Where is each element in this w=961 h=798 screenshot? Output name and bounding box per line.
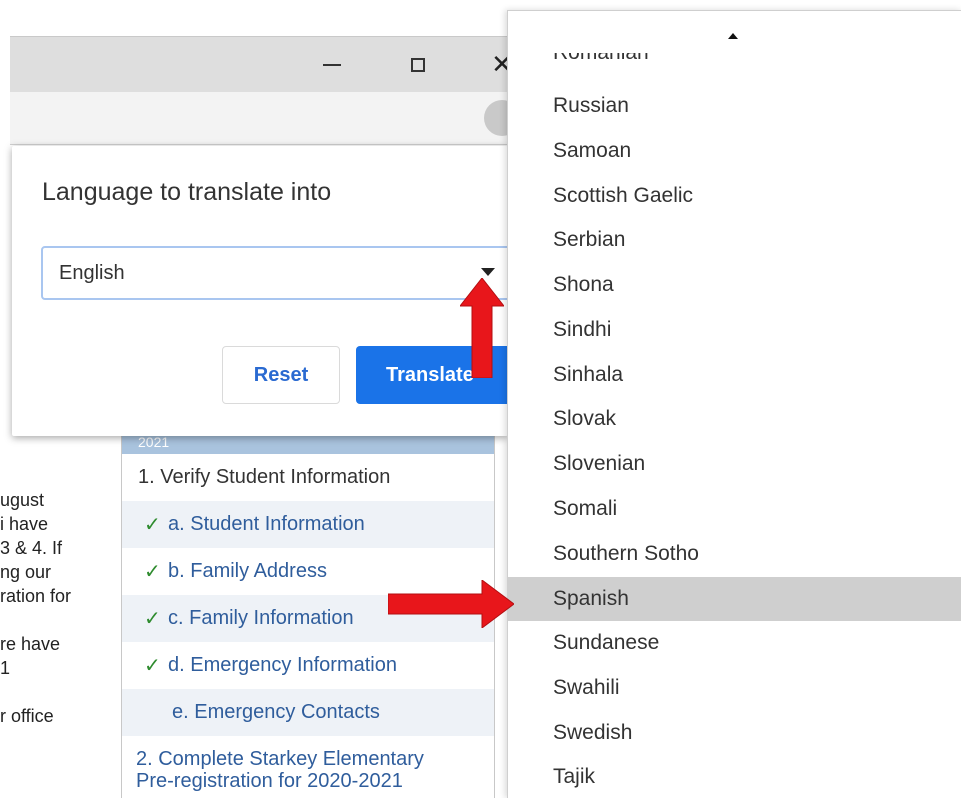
checkmark-icon: ✓ <box>144 514 161 536</box>
nav-item-verify-student[interactable]: 1. Verify Student Information <box>122 454 494 501</box>
minimize-icon <box>323 64 341 66</box>
checkmark-icon: ✓ <box>144 608 161 630</box>
maximize-button[interactable] <box>396 37 440 93</box>
language-option-spanish[interactable]: Spanish <box>508 577 961 621</box>
body-text-line: 1 <box>0 658 11 678</box>
language-option[interactable]: Russian <box>508 84 961 128</box>
language-option[interactable]: Somali <box>508 487 961 531</box>
language-select[interactable]: English <box>41 246 511 300</box>
body-text-line: 3 & 4. If <box>0 538 63 558</box>
nav-item-label: e. Emergency Contacts <box>172 701 380 723</box>
scroll-up-arrow-icon[interactable] <box>728 33 738 39</box>
language-option[interactable]: Samoan <box>508 129 961 173</box>
nav-item-label: 2. Complete Starkey Elementary <box>136 748 424 770</box>
body-text-line: r office <box>0 706 54 726</box>
language-option[interactable]: Swahili <box>508 666 961 710</box>
language-option[interactable]: Sundanese <box>508 621 961 665</box>
reset-button[interactable]: Reset <box>222 346 340 404</box>
translate-popup: Language to translate into English Reset… <box>12 146 511 436</box>
body-text-line: ugust <box>0 490 45 510</box>
language-option[interactable]: Sinhala <box>508 353 961 397</box>
minimize-button[interactable] <box>310 37 354 93</box>
body-text-line: re have <box>0 634 61 654</box>
dropdown-caret-icon[interactable] <box>481 268 495 276</box>
nav-item-label: d. Emergency Information <box>168 654 397 676</box>
window-titlebar: ✕ <box>10 36 530 93</box>
nav-item-label: c. Family Information <box>168 607 354 629</box>
selected-language: English <box>59 262 125 284</box>
nav-item-label: 1. Verify Student Information <box>138 466 391 488</box>
nav-item-label: Pre-registration for 2020-2021 <box>136 770 403 792</box>
language-option[interactable]: Sindhi <box>508 308 961 352</box>
nav-item-label: a. Student Information <box>168 513 365 535</box>
popup-title: Language to translate into <box>42 178 332 206</box>
body-text-line: i have <box>0 514 49 534</box>
body-text-line: ng our <box>0 562 52 582</box>
language-option[interactable]: Southern Sotho <box>508 532 961 576</box>
language-dropdown-list[interactable]: Romanian Russian Samoan Scottish Gaelic … <box>507 10 961 798</box>
body-text-gap <box>0 608 110 632</box>
red-arrow-right-annotation <box>388 580 514 628</box>
language-option[interactable]: Scottish Gaelic <box>508 174 961 218</box>
browser-toolbar <box>10 92 530 145</box>
body-text-gap <box>0 680 110 704</box>
red-arrow-up-annotation <box>460 278 504 378</box>
body-text-line: ration for <box>0 586 72 606</box>
nav-item-emergency-contacts[interactable]: e. Emergency Contacts <box>122 689 494 736</box>
option-label: Romanian <box>553 53 649 64</box>
nav-item-preregistration[interactable]: 2. Complete Starkey Elementary Pre-regis… <box>122 736 494 792</box>
nav-item-student-information[interactable]: ✓ a. Student Information <box>122 501 494 548</box>
language-option[interactable]: Tajik <box>508 755 961 798</box>
checkmark-icon: ✓ <box>144 655 161 677</box>
top-strip <box>0 0 961 10</box>
checkmark-icon: ✓ <box>144 561 161 583</box>
language-option[interactable]: Shona <box>508 263 961 307</box>
nav-item-emergency-information[interactable]: ✓ d. Emergency Information <box>122 642 494 689</box>
nav-item-label: b. Family Address <box>168 560 327 582</box>
page-body-text: ugust i have 3 & 4. If ng our ration for… <box>0 488 110 728</box>
language-option[interactable]: Romanian <box>508 53 961 73</box>
language-option[interactable]: Swedish <box>508 711 961 755</box>
language-option[interactable]: Slovenian <box>508 442 961 486</box>
language-option[interactable]: Slovak <box>508 397 961 441</box>
maximize-icon <box>411 58 425 72</box>
language-option[interactable]: Serbian <box>508 218 961 262</box>
